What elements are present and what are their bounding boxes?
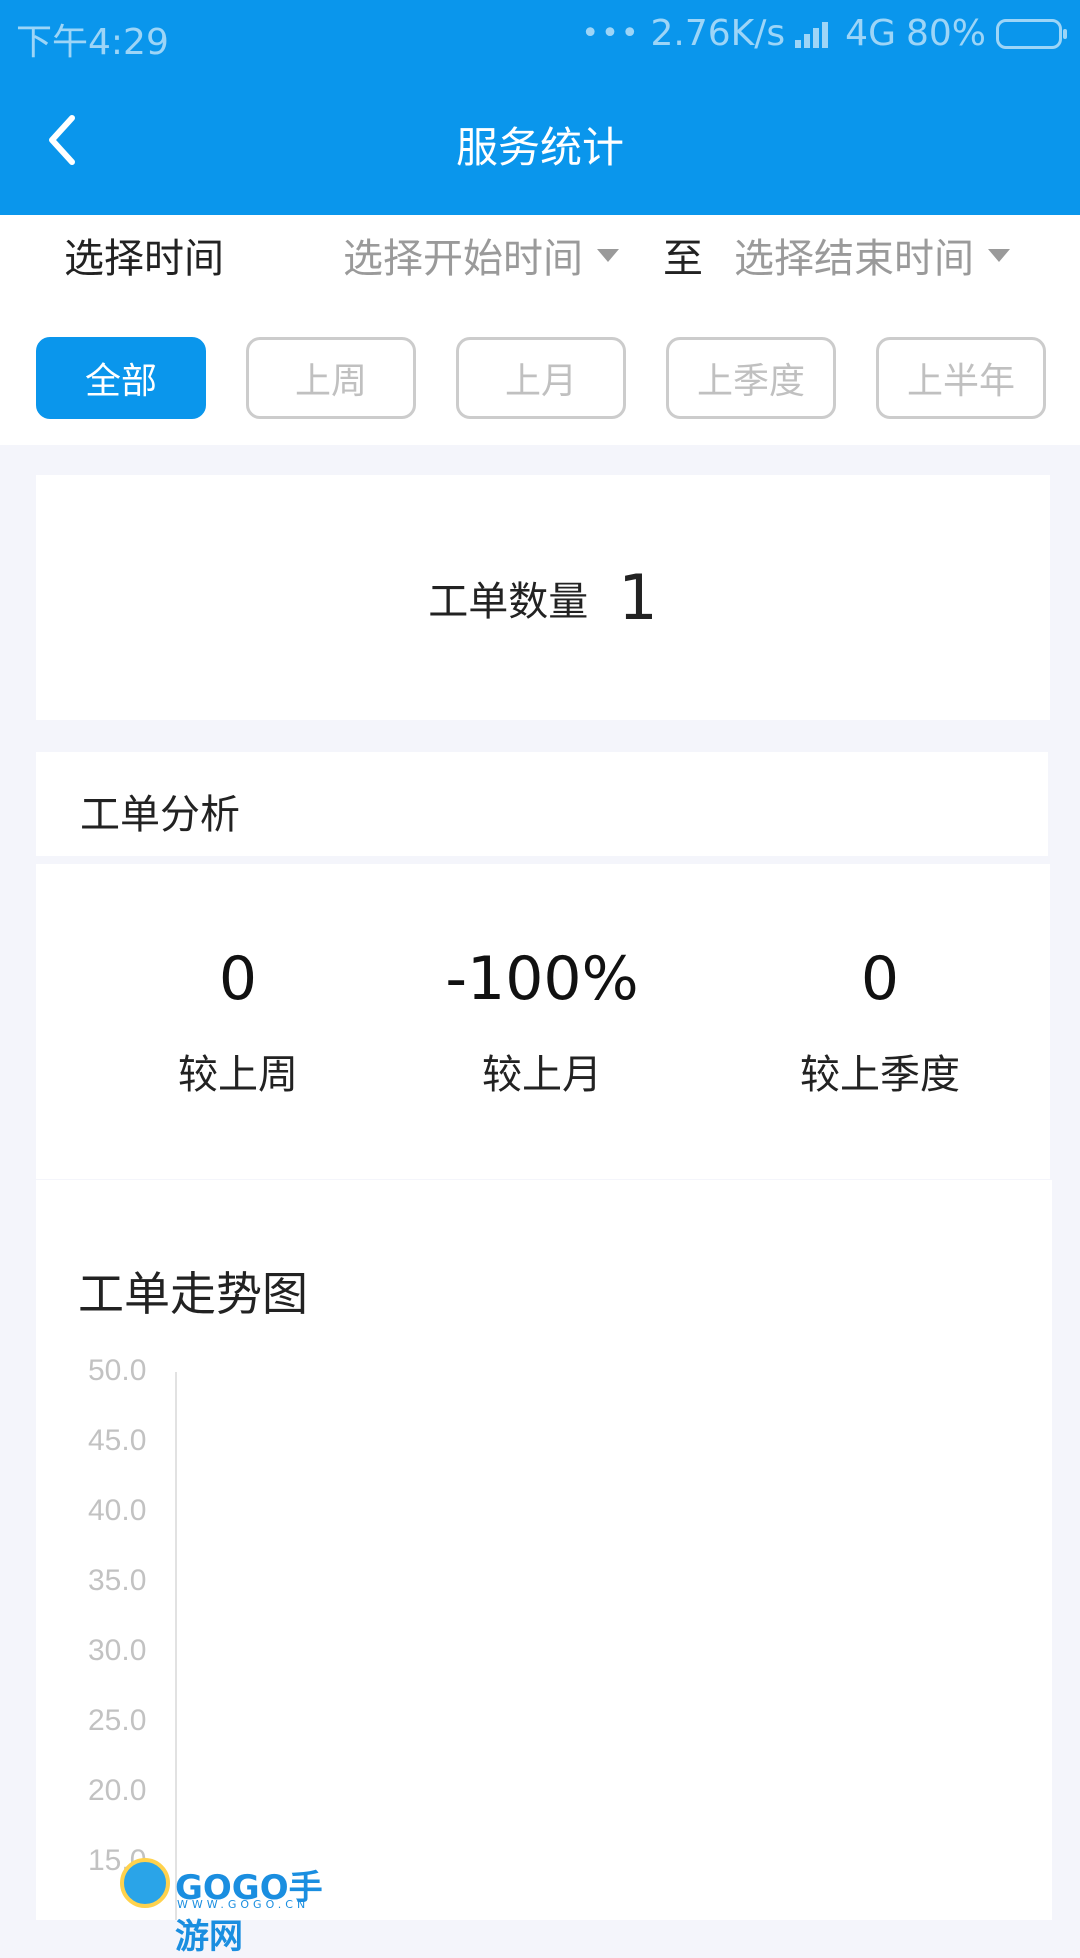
y-tick-label: 25.0 [88,1704,146,1737]
chip-last-month[interactable]: 上月 [456,337,626,419]
chip-all[interactable]: 全部 [36,337,206,419]
trend-chart-card: 工单走势图 50.0 45.0 40.0 35.0 30.0 25.0 20.0 15.0 [36,1180,1052,1920]
y-tick-label: 50.0 [88,1354,146,1387]
period-chips: 全部 上周 上月 上季度 上半年 [36,337,1046,419]
network-speed: 2.76K/s [650,13,786,54]
end-time-placeholder: 选择结束时间 [734,236,974,282]
start-time-placeholder: 选择开始时间 [343,236,583,282]
analysis-stats: 0 较上周 -100% 较上月 0 较上季度 [36,864,1050,1179]
analysis-header: 工单分析 [36,752,1048,856]
caret-down-icon [597,248,619,262]
time-filter: 选择时间 选择开始时间 至 选择结束时间 全部 上周 上月 上季度 上半年 [0,215,1080,445]
y-tick-label: 35.0 [88,1564,146,1597]
y-tick-label: 45.0 [88,1424,146,1457]
y-tick-label: 20.0 [88,1774,146,1807]
stat-value: -100% [445,944,639,1014]
ticket-count-label: 工单数量 [428,578,589,625]
stat-label: 较上季度 [800,1052,960,1098]
signal-icon [795,20,835,48]
status-indicators: ••• 2.76K/s 4G 80% [581,13,1067,54]
select-time-label: 选择时间 [64,236,224,282]
ticket-count-card: 工单数量 1 [36,475,1050,720]
caret-down-icon [988,248,1010,262]
analysis-title: 工单分析 [80,792,240,838]
watermark-logo: GOGO手游网 WWW.GOGO.CN [120,1858,330,1957]
network-type: 4G [845,13,896,54]
ticket-count-value: 1 [618,561,658,634]
trend-chart: 50.045.040.035.030.025.020.015.0 [88,1354,177,1920]
stat-label: 较上月 [482,1052,602,1098]
stat-label: 较上周 [178,1052,298,1098]
battery-icon [996,18,1067,49]
app-bar: 下午4:29 ••• 2.76K/s 4G 80% 服务统计 [0,0,1080,215]
logo-icon [120,1858,170,1908]
stat-value: 0 [860,944,900,1014]
chip-last-week[interactable]: 上周 [246,337,416,419]
more-dots-icon: ••• [581,16,641,51]
y-tick-label: 30.0 [88,1634,146,1667]
chip-last-quarter[interactable]: 上季度 [666,337,836,419]
stat-vs-last-week: 0 较上周 [88,944,388,1100]
to-label: 至 [663,236,703,282]
status-bar: 下午4:29 ••• 2.76K/s 4G 80% [0,0,1080,70]
watermark-sub: WWW.GOGO.CN [177,1898,310,1911]
stat-vs-last-month: -100% 较上月 [392,944,692,1100]
page-title: 服务统计 [455,123,624,172]
end-time-picker[interactable]: 选择结束时间 [734,226,1010,284]
stat-vs-last-quarter: 0 较上季度 [730,944,1030,1100]
y-tick-label: 40.0 [88,1494,146,1527]
battery-percent: 80% [905,13,986,54]
stat-value: 0 [218,944,258,1014]
start-time-picker[interactable]: 选择开始时间 [343,226,619,284]
chip-last-half-year[interactable]: 上半年 [876,337,1046,419]
status-time: 下午4:29 [16,22,169,63]
